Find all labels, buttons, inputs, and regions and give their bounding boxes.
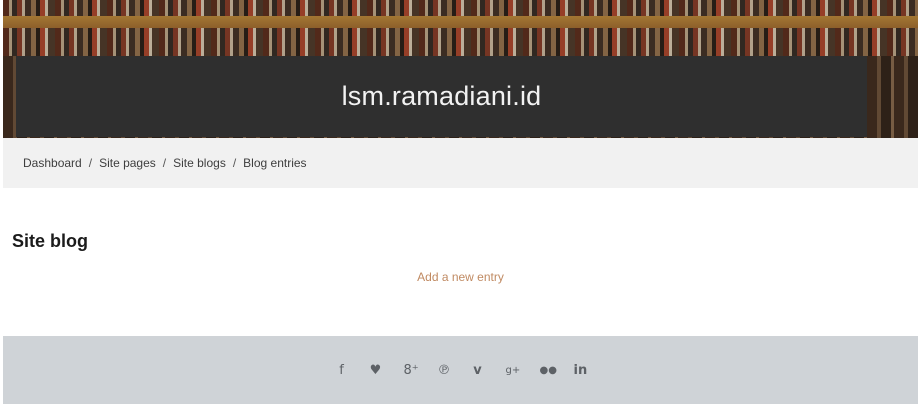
facebook-icon[interactable]: f — [336, 363, 348, 378]
breadcrumb-dashboard[interactable]: Dashboard — [23, 156, 82, 170]
google-icon[interactable]: g+ — [506, 365, 521, 376]
breadcrumb: Dashboard / Site pages / Site blogs / Bl… — [3, 138, 918, 188]
breadcrumb-site-blogs[interactable]: Site blogs — [173, 156, 226, 170]
page-title: Site blog — [12, 231, 88, 251]
breadcrumb-separator: / — [162, 156, 167, 170]
breadcrumb-site-pages[interactable]: Site pages — [99, 156, 156, 170]
vimeo-icon[interactable]: v — [472, 363, 484, 378]
site-title-link[interactable]: lsm.ramadiani.id — [342, 81, 542, 112]
footer: f ♥ 8⁺ ℗ v g+ ●● in — [3, 336, 918, 404]
header-banner: lsm.ramadiani.id — [3, 0, 918, 138]
twitter-icon[interactable]: ♥ — [370, 363, 382, 378]
linkedin-icon[interactable]: in — [574, 363, 588, 378]
add-new-entry-link[interactable]: Add a new entry — [0, 270, 921, 284]
breadcrumb-separator: / — [88, 156, 93, 170]
breadcrumb-blog-entries[interactable]: Blog entries — [243, 156, 306, 170]
flickr-icon[interactable]: ●● — [540, 365, 557, 376]
page: lsm.ramadiani.id Dashboard / Site pages … — [0, 0, 921, 404]
google-plus-icon[interactable]: 8⁺ — [404, 363, 419, 378]
pinterest-icon[interactable]: ℗ — [438, 363, 451, 378]
site-title-bar: lsm.ramadiani.id — [16, 56, 867, 137]
breadcrumb-separator: / — [232, 156, 237, 170]
